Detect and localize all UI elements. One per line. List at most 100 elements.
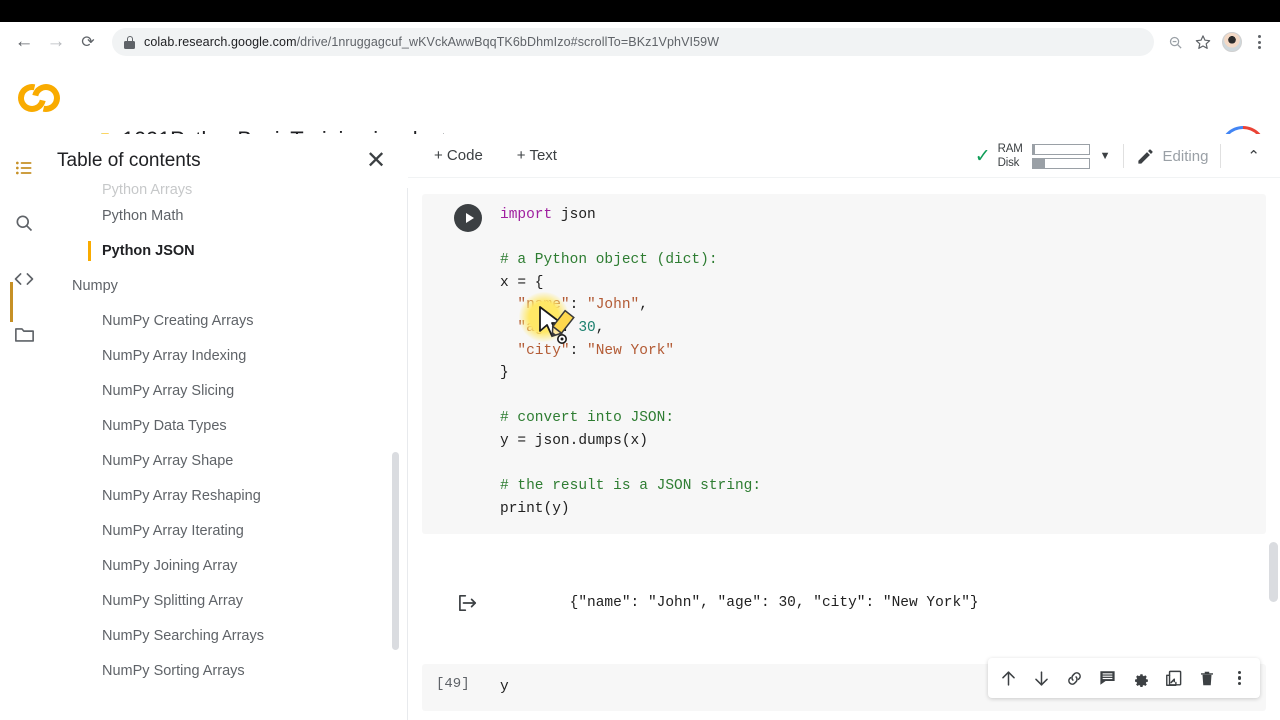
code-snippets-icon — [14, 273, 34, 285]
code-cell[interactable]: import json # a Python object (dict): x … — [422, 194, 1266, 535]
omnibox-actions — [1162, 29, 1270, 55]
toolbar-divider — [1122, 144, 1124, 168]
code-token: x = { — [500, 274, 544, 291]
caret-down-icon[interactable]: ▼ — [1100, 150, 1111, 162]
resource-meters[interactable]: RAM Disk — [998, 143, 1090, 169]
ram-meter: RAM — [998, 143, 1090, 155]
sidebar-item-files[interactable] — [8, 318, 40, 350]
code-token: : — [569, 297, 588, 314]
runtime-status-group: ✓ RAM Disk ▼ Editing ⌃ — [975, 134, 1270, 178]
toc-item-numpy-array-indexing[interactable]: NumPy Array Indexing — [48, 338, 408, 373]
close-icon[interactable]: ✕ — [362, 147, 390, 175]
browser-reload-icon[interactable]: ⟳ — [74, 28, 102, 56]
mirror-cell-icon[interactable] — [1157, 661, 1190, 695]
sidebar-icon-rail — [0, 134, 48, 720]
code-token: json — [560, 207, 596, 223]
check-icon: ✓ — [974, 145, 991, 167]
toc-item-list[interactable]: Python Arrays Python Math Python JSON Numpy… — [48, 176, 408, 720]
browser-profile-avatar[interactable] — [1222, 32, 1242, 52]
move-cell-down-icon[interactable] — [1025, 661, 1058, 695]
add-text-cell-button[interactable]: + Text — [509, 143, 565, 168]
browser-toolbar: ← → ⟳ colab.research.google.com/drive/1n… — [0, 22, 1280, 62]
toc-item-python-math[interactable]: Python Math — [48, 198, 408, 233]
cell-settings-gear-icon[interactable] — [1124, 661, 1157, 695]
toc-item-numpy-array-reshaping[interactable]: NumPy Array Reshaping — [48, 478, 408, 513]
sidebar-item-code-snippets[interactable] — [8, 263, 40, 295]
toc-item-numpy[interactable]: Numpy — [48, 268, 408, 303]
execution-count-label: [49] — [436, 676, 470, 693]
editing-mode-button[interactable]: Editing — [1136, 147, 1209, 166]
add-comment-icon[interactable] — [1091, 661, 1124, 695]
toc-item-numpy-joining-array[interactable]: NumPy Joining Array — [48, 548, 408, 583]
toc-item-python-arrays[interactable]: Python Arrays — [48, 176, 408, 198]
search-icon — [16, 215, 33, 232]
code-token: : — [560, 319, 579, 336]
browser-forward-icon[interactable]: → — [42, 28, 70, 56]
colab-header: 1091PythonBasicTraining.ipynb ☆ File Edi… — [0, 62, 1280, 183]
toc-item-label: NumPy Array Slicing — [102, 382, 235, 399]
code-editor[interactable]: import json # a Python object (dict): x … — [422, 204, 1266, 520]
files-folder-icon — [14, 327, 34, 342]
colab-logo-icon[interactable] — [12, 76, 66, 120]
bookmark-star-icon[interactable] — [1190, 29, 1216, 55]
toc-item-label: Python Arrays — [102, 182, 193, 198]
link-to-cell-icon[interactable] — [1058, 661, 1091, 695]
code-token: , — [595, 319, 605, 336]
address-bar-url: colab.research.google.com/drive/1nruggag… — [144, 35, 719, 49]
disk-label: Disk — [997, 157, 1020, 169]
toc-item-python-json[interactable]: Python JSON — [48, 233, 408, 268]
cell-output-result: '{"name": "John", "age": 30, "city": "Ne… — [422, 710, 1266, 720]
toc-item-numpy-searching-arrays[interactable]: NumPy Searching Arrays — [48, 618, 408, 653]
https-lock-icon — [124, 35, 135, 49]
code-token: "city" — [517, 342, 570, 359]
toc-item-numpy-array-iterating[interactable]: NumPy Array Iterating — [48, 513, 408, 548]
browser-back-icon[interactable]: ← — [10, 28, 38, 56]
notebook-scrollbar-thumb[interactable] — [1269, 542, 1278, 602]
editing-label: Editing — [1162, 147, 1209, 165]
run-play-icon[interactable] — [454, 204, 482, 232]
toc-item-label: NumPy Splitting Array — [102, 592, 244, 609]
toc-item-label: NumPy Creating Arrays — [102, 312, 254, 329]
disk-meter: Disk — [998, 157, 1090, 169]
cell-action-toolbar — [988, 658, 1260, 698]
url-domain: colab.research.google.com — [144, 35, 297, 49]
browser-menu-kebab-icon[interactable] — [1248, 29, 1270, 55]
code-token: : — [569, 342, 588, 359]
move-cell-up-icon[interactable] — [992, 661, 1025, 695]
toc-item-label: NumPy Array Shape — [102, 452, 234, 469]
toc-item-label: NumPy Joining Array — [102, 557, 238, 574]
toc-item-numpy-data-types[interactable]: NumPy Data Types — [48, 408, 408, 443]
toc-scrollbar-thumb[interactable] — [392, 452, 399, 650]
toc-item-label: NumPy Sorting Arrays — [102, 662, 245, 679]
pencil-icon — [1137, 148, 1153, 164]
toc-title: Table of contents — [57, 150, 201, 171]
zoom-search-icon[interactable] — [1162, 29, 1188, 55]
add-text-label: + Text — [516, 147, 557, 164]
toc-item-numpy-creating-arrays[interactable]: NumPy Creating Arrays — [48, 303, 408, 338]
url-path: /drive/1nruggagcuf_wKVckAwwBqqTK6bDhmIzo… — [296, 35, 720, 49]
toc-item-numpy-sorting-arrays[interactable]: NumPy Sorting Arrays — [48, 653, 408, 688]
toc-item-label: NumPy Array Reshaping — [102, 487, 261, 504]
table-of-contents-panel: Table of contents ✕ Python Arrays Python … — [48, 134, 408, 720]
sidebar-item-toc[interactable] — [8, 152, 40, 184]
sidebar-item-search[interactable] — [8, 207, 40, 239]
toc-item-numpy-array-slicing[interactable]: NumPy Array Slicing — [48, 373, 408, 408]
toc-item-numpy-splitting-array[interactable]: NumPy Splitting Array — [48, 583, 408, 618]
output-arrow-icon — [458, 550, 478, 612]
toc-item-label: NumPy Searching Arrays — [102, 627, 264, 644]
more-options-kebab-icon[interactable] — [1223, 661, 1256, 695]
code-token: print(y) — [500, 500, 570, 517]
add-code-label: + Code — [434, 147, 483, 164]
toc-item-label: Numpy — [72, 277, 118, 294]
add-code-cell-button[interactable]: + Code — [426, 143, 491, 168]
toc-item-label: NumPy Data Types — [102, 417, 227, 434]
toc-item-numpy-array-shape[interactable]: NumPy Array Shape — [48, 443, 408, 478]
chevron-up-icon[interactable]: ⌃ — [1237, 147, 1270, 165]
cell-container: import json # a Python object (dict): x … — [408, 178, 1280, 720]
disk-bar — [1031, 157, 1090, 169]
address-bar[interactable]: colab.research.google.com/drive/1nruggag… — [112, 28, 1154, 56]
delete-cell-trash-icon[interactable] — [1190, 661, 1223, 695]
toc-icon — [16, 161, 32, 175]
